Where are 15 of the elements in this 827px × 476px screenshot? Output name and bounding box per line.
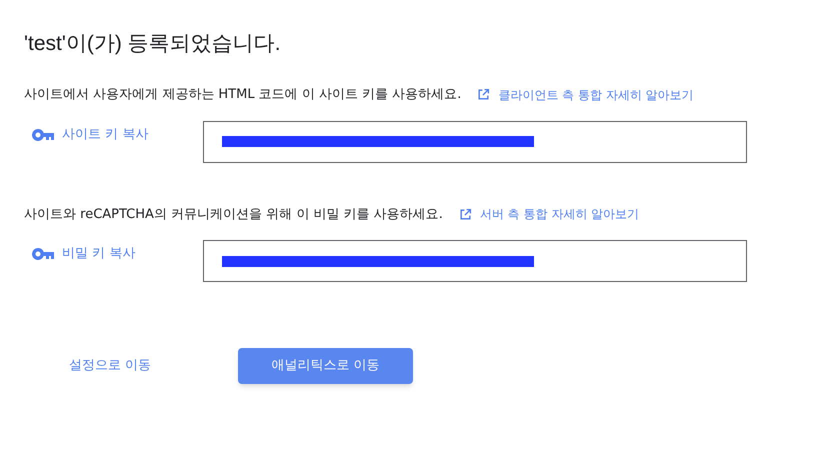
key-field[interactable] (203, 120, 747, 162)
key-icon (32, 248, 54, 260)
external-link-icon (458, 208, 472, 221)
copy-key-button[interactable]: 비밀 키 복사 (24, 240, 203, 282)
learn-more-link[interactable]: 서버 측 통합 자세히 알아보기 (458, 205, 640, 224)
page-title: 'test'이(가) 등록되었습니다. (24, 31, 282, 57)
analytics-button[interactable]: 애널리틱스로 이동 (238, 348, 413, 384)
description-text: 사이트에서 사용자에게 제공하는 HTML 코드에 이 사이트 키를 사용하세요. (24, 86, 462, 104)
copy-key-button[interactable]: 사이트 키 복사 (24, 120, 203, 162)
external-link-icon (477, 88, 490, 102)
key-icon (32, 128, 54, 140)
settings-link[interactable]: 설정으로 이동 (24, 348, 238, 384)
description-text: 사이트와 reCAPTCHA의 커뮤니케이션을 위해 이 비밀 키를 사용하세요. (24, 206, 443, 224)
key-field[interactable] (203, 240, 747, 282)
learn-more-link[interactable]: 클라이언트 측 통합 자세히 알아보기 (477, 86, 694, 104)
